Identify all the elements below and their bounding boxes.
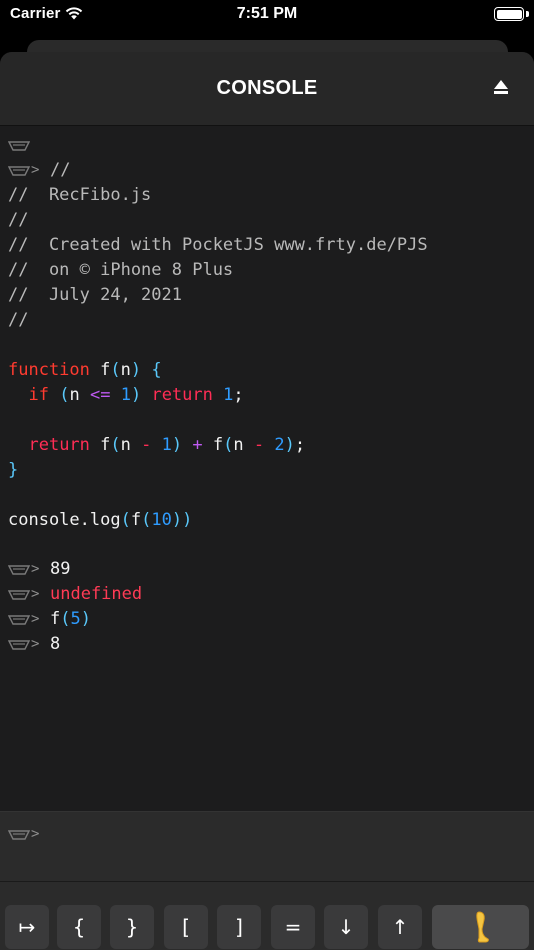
prompt-arrow: > [31,561,40,577]
code-comment-line: // [8,310,29,330]
brace: { [151,360,162,380]
console-sheet: CONSOLE > // // RecFibo.js // // Created… [0,52,534,950]
code-line-brace: } [8,460,19,480]
code-comment-line: // RecFibo.js [8,185,152,205]
number: 1 [223,385,234,405]
status-bar: Carrier 7:51 PM [0,0,534,32]
leg-icon [476,911,489,943]
open-brace-key[interactable]: { [57,905,101,949]
prompt-icon [8,830,30,840]
eject-icon[interactable] [494,80,508,95]
code-comment-line: // on © iPhone 8 Plus [8,260,234,280]
prompt-arrow: > [31,162,40,178]
function-name: f [50,609,61,629]
paren: ( [141,510,152,530]
keyword-return: return [28,435,90,455]
console-header: CONSOLE [0,52,534,126]
tab-key[interactable]: ↦ [5,905,49,949]
clock-time: 7:51 PM [236,5,298,22]
battery-icon [494,7,524,21]
output-line: 89 [50,559,71,579]
function-name: f [212,435,224,455]
arrow-down-key[interactable]: ↓ [324,905,368,949]
battery-tip [526,11,529,17]
semicolon: ; [233,385,244,405]
page-title: CONSOLE [216,77,318,99]
number: 1 [161,435,172,455]
code-comment-line: // Created with PocketJS www.frty.de/PJS [8,235,428,255]
console-input-area[interactable]: > [0,811,534,881]
number: 2 [274,435,285,455]
param: n [120,435,131,455]
output-line: undefined [50,584,143,604]
paren: ) [171,510,183,530]
semicolon: ; [294,435,306,455]
open-bracket-key[interactable]: [ [164,905,208,949]
prompt-icon [8,166,30,176]
function-name: f [100,435,111,455]
param: n [120,360,131,380]
paren: ( [223,435,234,455]
keyword-return: return [151,385,213,405]
console-log-call: console.log [8,510,121,530]
code-line-if: if (n <= 1) return 1; [8,383,244,408]
paren: ) [80,609,91,629]
paren: ) [130,360,142,380]
shortcut-keybar: ↦ { } [ ] = ↓ ↑ [0,881,534,950]
input-prompt-arrow: > [31,826,40,842]
paren: ) [182,510,193,530]
code-comment-line: // [8,210,29,230]
output-line: f(5) [50,607,91,632]
paren: ) [171,435,183,455]
output-line: 8 [50,634,61,654]
prompt-arrow: > [31,586,40,602]
code-comment-line: // July 24, 2021 [8,285,182,305]
function-name: f [100,360,111,380]
arrow-up-key[interactable]: ↑ [378,905,422,949]
operator: <= [89,385,111,405]
keyword-if: if [28,385,49,405]
prompt-arrow: > [31,611,40,627]
close-bracket-key[interactable]: ] [217,905,261,949]
keyword-function: function [8,360,90,380]
run-button[interactable] [432,905,529,949]
prompt-icon [8,141,30,151]
prompt-icon [8,565,30,575]
prompt-icon [8,590,30,600]
operator: - [141,435,152,455]
close-brace-key[interactable]: } [110,905,154,949]
prompt-icon [8,615,30,625]
number: 10 [151,510,172,530]
paren: ( [110,360,121,380]
number: 5 [70,609,81,629]
equals-key[interactable]: = [271,905,315,949]
operator: + [192,435,203,455]
code-line-return: return f(n - 1) + f(n - 2); [8,433,305,458]
paren: ( [59,385,70,405]
paren: ( [60,609,71,629]
paren: ( [110,435,121,455]
function-name: f [130,510,142,530]
prompt-icon [8,640,30,650]
paren: ) [130,385,142,405]
code-line-function-decl: function f(n) { [8,358,162,383]
paren: ) [284,435,295,455]
number: 1 [120,385,131,405]
prompt-arrow: > [31,636,40,652]
console-output: > // // RecFibo.js // // Created with Po… [0,126,534,811]
param: n [233,435,244,455]
operator: - [253,435,265,455]
code-line-console-log: console.log(f(10)) [8,508,192,533]
paren: ( [120,510,131,530]
code-comment-line: // [50,160,71,180]
param: n [69,385,80,405]
